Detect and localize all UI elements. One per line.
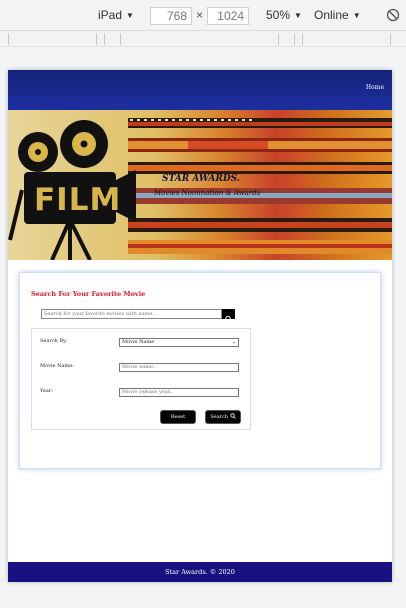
devtools-toolbar: iPad ▼ 768 × 1024 50% ▼ Online ▼ [0,0,406,31]
search-button-label: Search [210,414,229,420]
network-select[interactable]: Online ▼ [314,8,361,22]
film-strip [128,138,392,152]
chevron-down-icon: ⌄ [231,339,236,345]
device-viewport: Home FILM STAR AWARDS. Movies Nomination… [8,70,392,582]
times-icon: × [196,8,204,22]
width-input[interactable]: 768 [150,7,192,25]
zoom-select[interactable]: 50% ▼ [266,8,302,22]
search-by-label: Search By: [40,338,68,344]
hero-subtitle: Movies Nomination & Awards [154,189,261,197]
caret-down-icon: ▼ [126,11,134,20]
height-input[interactable]: 1024 [207,7,249,25]
year-label: Year: [40,388,53,394]
caret-down-icon: ▼ [294,11,302,20]
zoom-label: 50% [266,8,291,22]
search-heading: Search For Your Favorite Movie [31,290,146,298]
movie-name-label: Movie Name: [40,363,74,369]
hero-banner: FILM STAR AWARDS. Movies Nomination & Aw… [8,110,392,260]
network-label: Online [314,8,349,22]
navbar: Home [8,70,392,110]
nav-home-link[interactable]: Home [366,84,384,91]
reset-button[interactable]: Reset [161,411,195,423]
hero-title: STAR AWARDS. [162,174,240,184]
advanced-search-form: Search By: Movie Name ⌄ Movie Name: Movi… [31,328,251,430]
search-by-value: Movie Name [122,339,155,345]
movie-name-input[interactable]: Movie name.. [119,363,239,372]
device-label: iPad [98,8,123,22]
search-button[interactable]: Search [206,411,240,423]
film-strip [128,162,392,174]
film-strip [128,218,392,232]
footer-text: Star Awards. © 2020 [165,568,235,576]
media-query-bar [0,31,406,47]
rotate-icon[interactable] [386,8,400,22]
film-strip [128,240,392,254]
quick-search-input[interactable]: Search for your favorite movies with nam… [41,309,222,319]
caret-down-icon: ▼ [352,11,361,20]
search-icon [225,315,232,322]
search-by-select[interactable]: Movie Name ⌄ [119,338,239,347]
search-icon [230,412,236,419]
film-strip [128,118,392,128]
device-select[interactable]: iPad ▼ [98,8,134,22]
hero-image-text: FILM [34,182,122,218]
quick-search-button[interactable] [222,309,235,322]
year-input[interactable]: Movie release year.. [119,388,239,397]
footer: Star Awards. © 2020 [8,562,392,582]
search-panel: Search For Your Favorite Movie Search fo… [19,272,381,469]
